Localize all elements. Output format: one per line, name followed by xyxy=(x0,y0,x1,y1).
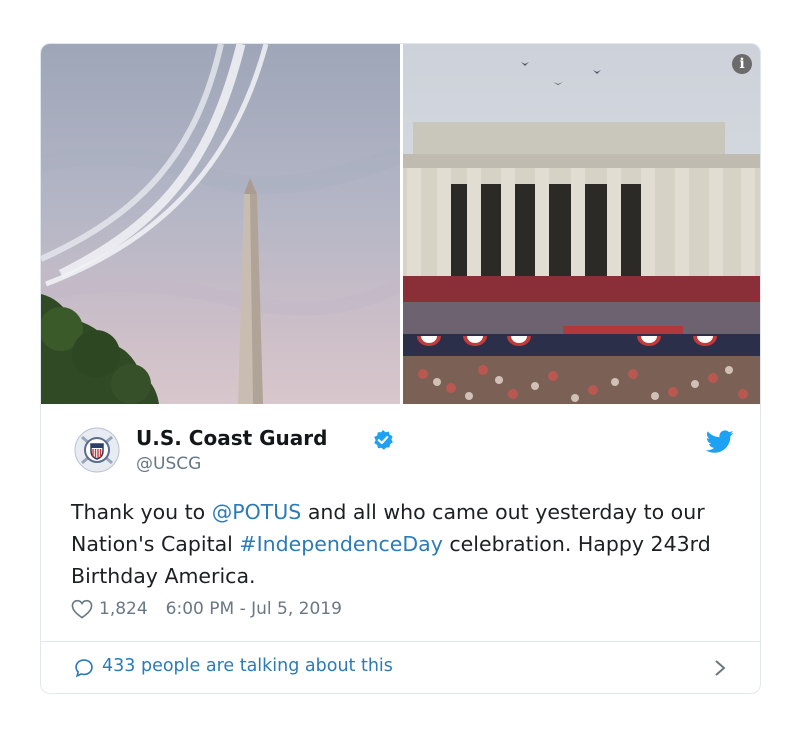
hashtag-link[interactable]: #IndependenceDay xyxy=(239,532,442,556)
comment-bubble-icon xyxy=(75,659,93,678)
verified-badge-icon xyxy=(372,429,394,451)
display-name[interactable]: U.S. Coast Guard xyxy=(136,426,327,450)
timestamp[interactable]: 6:00 PM - Jul 5, 2019 xyxy=(166,599,342,619)
mention-link[interactable]: @POTUS xyxy=(212,500,302,524)
tweet-meta: 1,824 6:00 PM - Jul 5, 2019 xyxy=(71,599,342,619)
heart-icon[interactable] xyxy=(71,599,93,619)
tweet-text-part-1: Thank you to xyxy=(71,500,212,524)
conversation-footer[interactable]: 433 people are talking about this xyxy=(41,642,760,693)
twitter-bird-icon[interactable] xyxy=(705,430,734,454)
avatar[interactable] xyxy=(74,427,120,473)
info-icon[interactable]: i xyxy=(732,54,752,74)
like-count[interactable]: 1,824 xyxy=(99,599,148,619)
photo-washington-monument[interactable] xyxy=(41,44,400,404)
tweet-media[interactable]: i xyxy=(41,44,760,404)
tweet-header: U.S. Coast Guard @USCG xyxy=(41,404,760,484)
chevron-right-icon[interactable] xyxy=(713,658,727,678)
conversation-link[interactable]: 433 people are talking about this xyxy=(102,656,393,676)
tweet-text: Thank you to @POTUS and all who came out… xyxy=(71,496,751,592)
photo-lincoln-memorial[interactable] xyxy=(403,44,760,404)
user-handle[interactable]: @USCG xyxy=(136,454,201,474)
tweet-card[interactable]: i U.S. Coast Guard @USCG Thank you to @P… xyxy=(40,43,761,694)
